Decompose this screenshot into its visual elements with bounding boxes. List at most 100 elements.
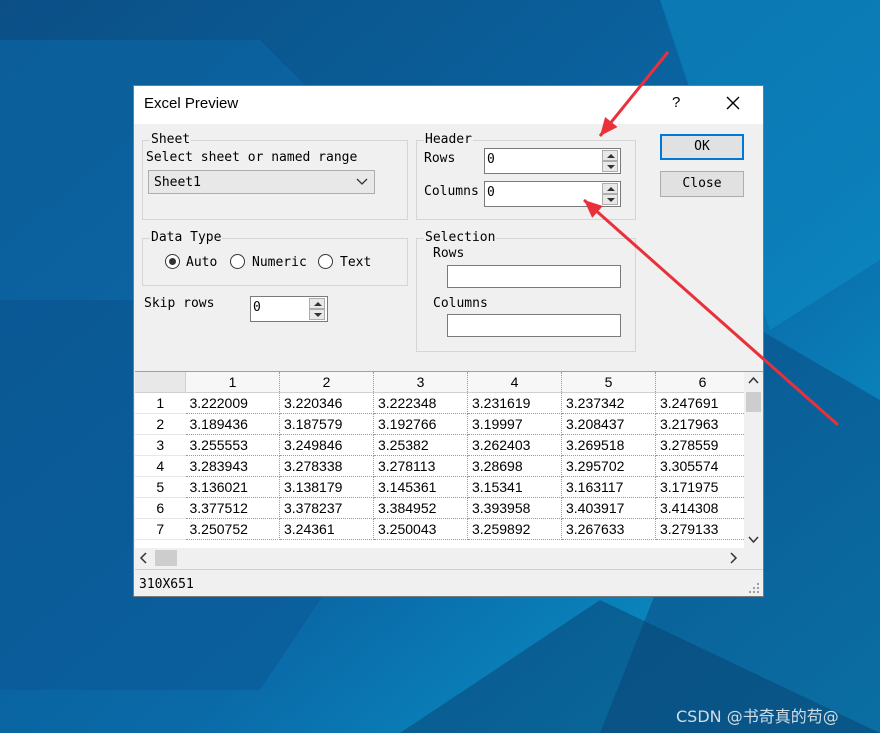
row-header[interactable]: 2 [135, 413, 186, 435]
grid-cell[interactable]: 3.138179 [279, 476, 374, 498]
grid-cell[interactable]: 3.222348 [373, 392, 468, 414]
header-columns-up[interactable] [602, 183, 618, 194]
table-row[interactable]: 5 3.136021 3.138179 3.145361 3.15341 3.163117… [135, 476, 750, 498]
grid-cell[interactable]: 3.25382 [373, 434, 468, 456]
column-header[interactable]: 2 [279, 372, 374, 393]
scroll-up-icon[interactable] [744, 372, 763, 390]
grid-cell[interactable]: 3.384952 [373, 497, 468, 519]
table-row[interactable]: 2 3.189436 3.187579 3.192766 3.19997 3.208437… [135, 413, 750, 435]
ok-button[interactable]: OK [660, 134, 744, 160]
dimensions-status: 310X651 [139, 577, 194, 592]
column-header[interactable]: 5 [561, 372, 656, 393]
grid-cell[interactable]: 3.19997 [467, 413, 562, 435]
grid-cell[interactable]: 3.279133 [655, 518, 750, 540]
data-preview-grid[interactable]: 1 2 3 4 5 6 1 3.222009 3.220346 3.222348 3.2… [135, 371, 763, 568]
help-button[interactable]: ? [672, 94, 680, 111]
row-header[interactable]: 5 [135, 476, 186, 498]
scroll-right-icon[interactable] [724, 548, 742, 568]
close-button[interactable]: Close [660, 171, 744, 197]
header-rows-up[interactable] [602, 150, 618, 161]
grid-cell[interactable]: 3.259892 [467, 518, 562, 540]
grid-cell[interactable]: 3.192766 [373, 413, 468, 435]
grid-cell[interactable]: 3.24361 [279, 518, 374, 540]
grid-cell[interactable]: 3.247691 [655, 392, 750, 414]
triangle-up-icon [607, 187, 615, 191]
selection-rows-label: Rows [433, 246, 465, 261]
scroll-down-icon[interactable] [744, 530, 763, 548]
table-row[interactable]: 3 3.255553 3.249846 3.25382 3.262403 3.269518… [135, 434, 750, 456]
grid-cell[interactable]: 3.250752 [185, 518, 280, 540]
row-header[interactable]: 4 [135, 455, 186, 477]
grid-cell[interactable]: 3.283943 [185, 455, 280, 477]
column-header[interactable]: 4 [467, 372, 562, 393]
vertical-scroll-thumb[interactable] [746, 392, 761, 412]
header-rows-stepper[interactable]: 0 [484, 148, 621, 174]
table-row[interactable]: 4 3.283943 3.278338 3.278113 3.28698 3.295702… [135, 455, 750, 477]
grid-cell[interactable]: 3.295702 [561, 455, 656, 477]
sheet-dropdown-value: Sheet1 [154, 175, 201, 190]
grid-cell[interactable]: 3.217963 [655, 413, 750, 435]
grid-cell[interactable]: 3.171975 [655, 476, 750, 498]
row-header[interactable]: 6 [135, 497, 186, 519]
column-header[interactable]: 6 [655, 372, 750, 393]
table-row[interactable]: 6 3.377512 3.378237 3.384952 3.393958 3.40391… [135, 497, 750, 519]
header-legend: Header [424, 132, 473, 147]
table-row[interactable]: 1 3.222009 3.220346 3.222348 3.231619 3.23734… [135, 392, 750, 414]
grid-cell[interactable]: 3.267633 [561, 518, 656, 540]
grid-cell[interactable]: 3.145361 [373, 476, 468, 498]
row-header[interactable]: 7 [135, 518, 186, 540]
skip-rows-down[interactable] [309, 309, 325, 320]
resize-grip-icon[interactable] [747, 581, 761, 595]
grid-cell[interactable]: 3.163117 [561, 476, 656, 498]
grid-cell[interactable]: 3.237342 [561, 392, 656, 414]
grid-cell[interactable]: 3.187579 [279, 413, 374, 435]
grid-cell[interactable]: 3.377512 [185, 497, 280, 519]
selection-rows-input[interactable] [447, 265, 621, 288]
grid-cell[interactable]: 3.403917 [561, 497, 656, 519]
horizontal-scrollbar[interactable] [135, 548, 744, 568]
row-header[interactable]: 1 [135, 392, 186, 414]
grid-cell[interactable]: 3.305574 [655, 455, 750, 477]
header-rows-down[interactable] [602, 161, 618, 172]
column-header[interactable]: 1 [185, 372, 280, 393]
radio-text[interactable] [318, 254, 333, 269]
grid-cell[interactable]: 3.220346 [279, 392, 374, 414]
row-header[interactable]: 3 [135, 434, 186, 456]
radio-auto-label: Auto [186, 255, 218, 270]
grid-cell[interactable]: 3.28698 [467, 455, 562, 477]
grid-cell[interactable]: 3.414308 [655, 497, 750, 519]
grid-cell[interactable]: 3.208437 [561, 413, 656, 435]
grid-corner[interactable] [135, 372, 186, 393]
grid-cell[interactable]: 3.231619 [467, 392, 562, 414]
close-icon[interactable] [724, 94, 742, 112]
scroll-left-icon[interactable] [135, 548, 153, 568]
vertical-scrollbar[interactable] [744, 372, 763, 548]
status-bar: 310X651 [135, 569, 763, 597]
grid-cell[interactable]: 3.222009 [185, 392, 280, 414]
radio-auto[interactable] [165, 254, 180, 269]
column-header[interactable]: 3 [373, 372, 468, 393]
selection-columns-input[interactable] [447, 314, 621, 337]
table-row[interactable]: 7 3.250752 3.24361 3.250043 3.259892 3.267633… [135, 518, 750, 540]
horizontal-scroll-thumb[interactable] [155, 550, 177, 566]
skip-rows-stepper[interactable]: 0 [250, 296, 328, 322]
grid-cell[interactable]: 3.278559 [655, 434, 750, 456]
skip-rows-up[interactable] [309, 298, 325, 309]
grid-cell[interactable]: 3.15341 [467, 476, 562, 498]
grid-cell[interactable]: 3.278113 [373, 455, 468, 477]
header-columns-down[interactable] [602, 194, 618, 205]
grid-cell[interactable]: 3.393958 [467, 497, 562, 519]
grid-cell[interactable]: 3.278338 [279, 455, 374, 477]
grid-cell[interactable]: 3.262403 [467, 434, 562, 456]
grid-cell[interactable]: 3.378237 [279, 497, 374, 519]
header-columns-stepper[interactable]: 0 [484, 181, 621, 207]
grid-cell[interactable]: 3.136021 [185, 476, 280, 498]
grid-cell[interactable]: 3.189436 [185, 413, 280, 435]
grid-cell[interactable]: 3.269518 [561, 434, 656, 456]
grid-cell[interactable]: 3.255553 [185, 434, 280, 456]
sheet-dropdown[interactable]: Sheet1 [148, 170, 375, 194]
radio-numeric[interactable] [230, 254, 245, 269]
data-type-legend: Data Type [150, 230, 223, 245]
grid-cell[interactable]: 3.249846 [279, 434, 374, 456]
grid-cell[interactable]: 3.250043 [373, 518, 468, 540]
